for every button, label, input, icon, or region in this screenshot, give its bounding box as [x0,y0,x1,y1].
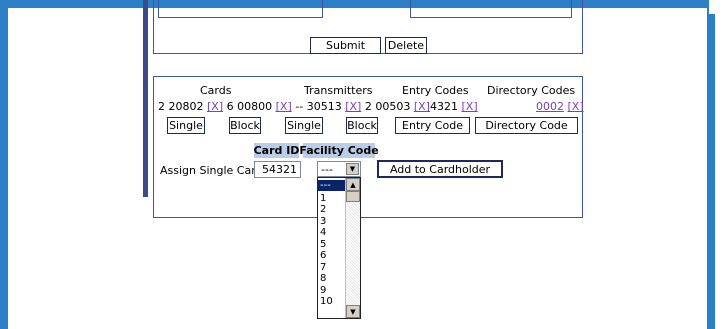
card-id-input[interactable]: 54321 [254,161,301,178]
facility-option[interactable]: 4 [318,227,345,238]
remove-transmitter-link[interactable]: [X] [414,100,430,113]
assign-single-card-label: Assign Single Card: [160,164,267,177]
remove-directory-code-link[interactable]: [X] [568,100,584,113]
delete-button[interactable]: Delete [385,37,427,54]
block-card-button[interactable]: Block [229,117,261,134]
facility-code-selected-value: --- [321,163,333,176]
facility-code-header: Facility Code [299,143,379,158]
directory-codes-header: Directory Codes [487,84,576,97]
left-accent-bar [143,0,148,197]
facility-option[interactable]: 10 [318,296,345,307]
facility-code-select[interactable]: --- ▼ [317,161,361,177]
facility-option[interactable]: 6 [318,250,345,261]
chevron-down-icon[interactable]: ▼ [346,163,359,175]
single-transmitter-button[interactable]: Single [285,117,323,134]
facility-option[interactable]: 3 [318,216,345,227]
frame-corner [709,0,723,14]
facility-option[interactable]: 2 [318,204,345,215]
transmitters-header: Transmitters [304,84,373,97]
entry-code-button[interactable]: Entry Code [395,117,470,134]
card-value: 2 20802 [158,100,204,113]
facility-option[interactable]: 8 [318,273,345,284]
facility-option[interactable]: 5 [318,239,345,250]
submit-button[interactable]: Submit [310,37,381,54]
entry-code-cell: 4321 [X] [430,100,478,113]
separator: -- [295,100,304,113]
upper-right-field[interactable] [410,0,572,18]
directory-code-button[interactable]: Directory Code [475,117,578,134]
transmitter-value: 30513 [306,100,342,113]
entry-code-value: 4321 [430,100,458,113]
remove-card-link[interactable]: [X] [207,100,223,113]
remove-transmitter-link[interactable]: [X] [345,100,361,113]
upper-left-field[interactable] [158,0,323,18]
single-card-button[interactable]: Single [167,117,205,134]
facility-option[interactable]: --- [318,180,345,191]
card-value: 6 00800 [226,100,273,113]
card-id-header: Card ID [253,143,300,158]
chevron-down-icon[interactable]: ▼ [346,305,360,318]
dropdown-scrollbar[interactable]: ▲ ▼ [345,178,360,318]
facility-option[interactable]: 1 [318,193,345,204]
remove-card-link[interactable]: [X] [276,100,292,113]
directory-code-link[interactable]: 0002 [536,100,564,113]
transmitter-value: 2 00503 [364,100,411,113]
facility-option[interactable]: 9 [318,285,345,296]
add-to-cardholder-button[interactable]: Add to Cardholder [377,160,503,178]
scrollbar-thumb[interactable] [346,191,360,202]
block-transmitter-button[interactable]: Block [346,117,378,134]
entry-codes-header: Entry Codes [402,84,469,97]
facility-option[interactable]: 7 [318,262,345,273]
cards-header: Cards [200,84,232,97]
credentials-values-row: 2 20802 [X] 6 00800 [X] -- 30513 [X] 2 0… [158,100,430,113]
directory-code-cell: 0002 [X] [536,100,584,113]
chevron-up-icon[interactable]: ▲ [346,178,360,191]
remove-entry-code-link[interactable]: [X] [462,100,478,113]
facility-code-dropdown[interactable]: --- 1 2 3 4 5 6 7 8 9 10 ▲ ▼ [317,177,361,319]
